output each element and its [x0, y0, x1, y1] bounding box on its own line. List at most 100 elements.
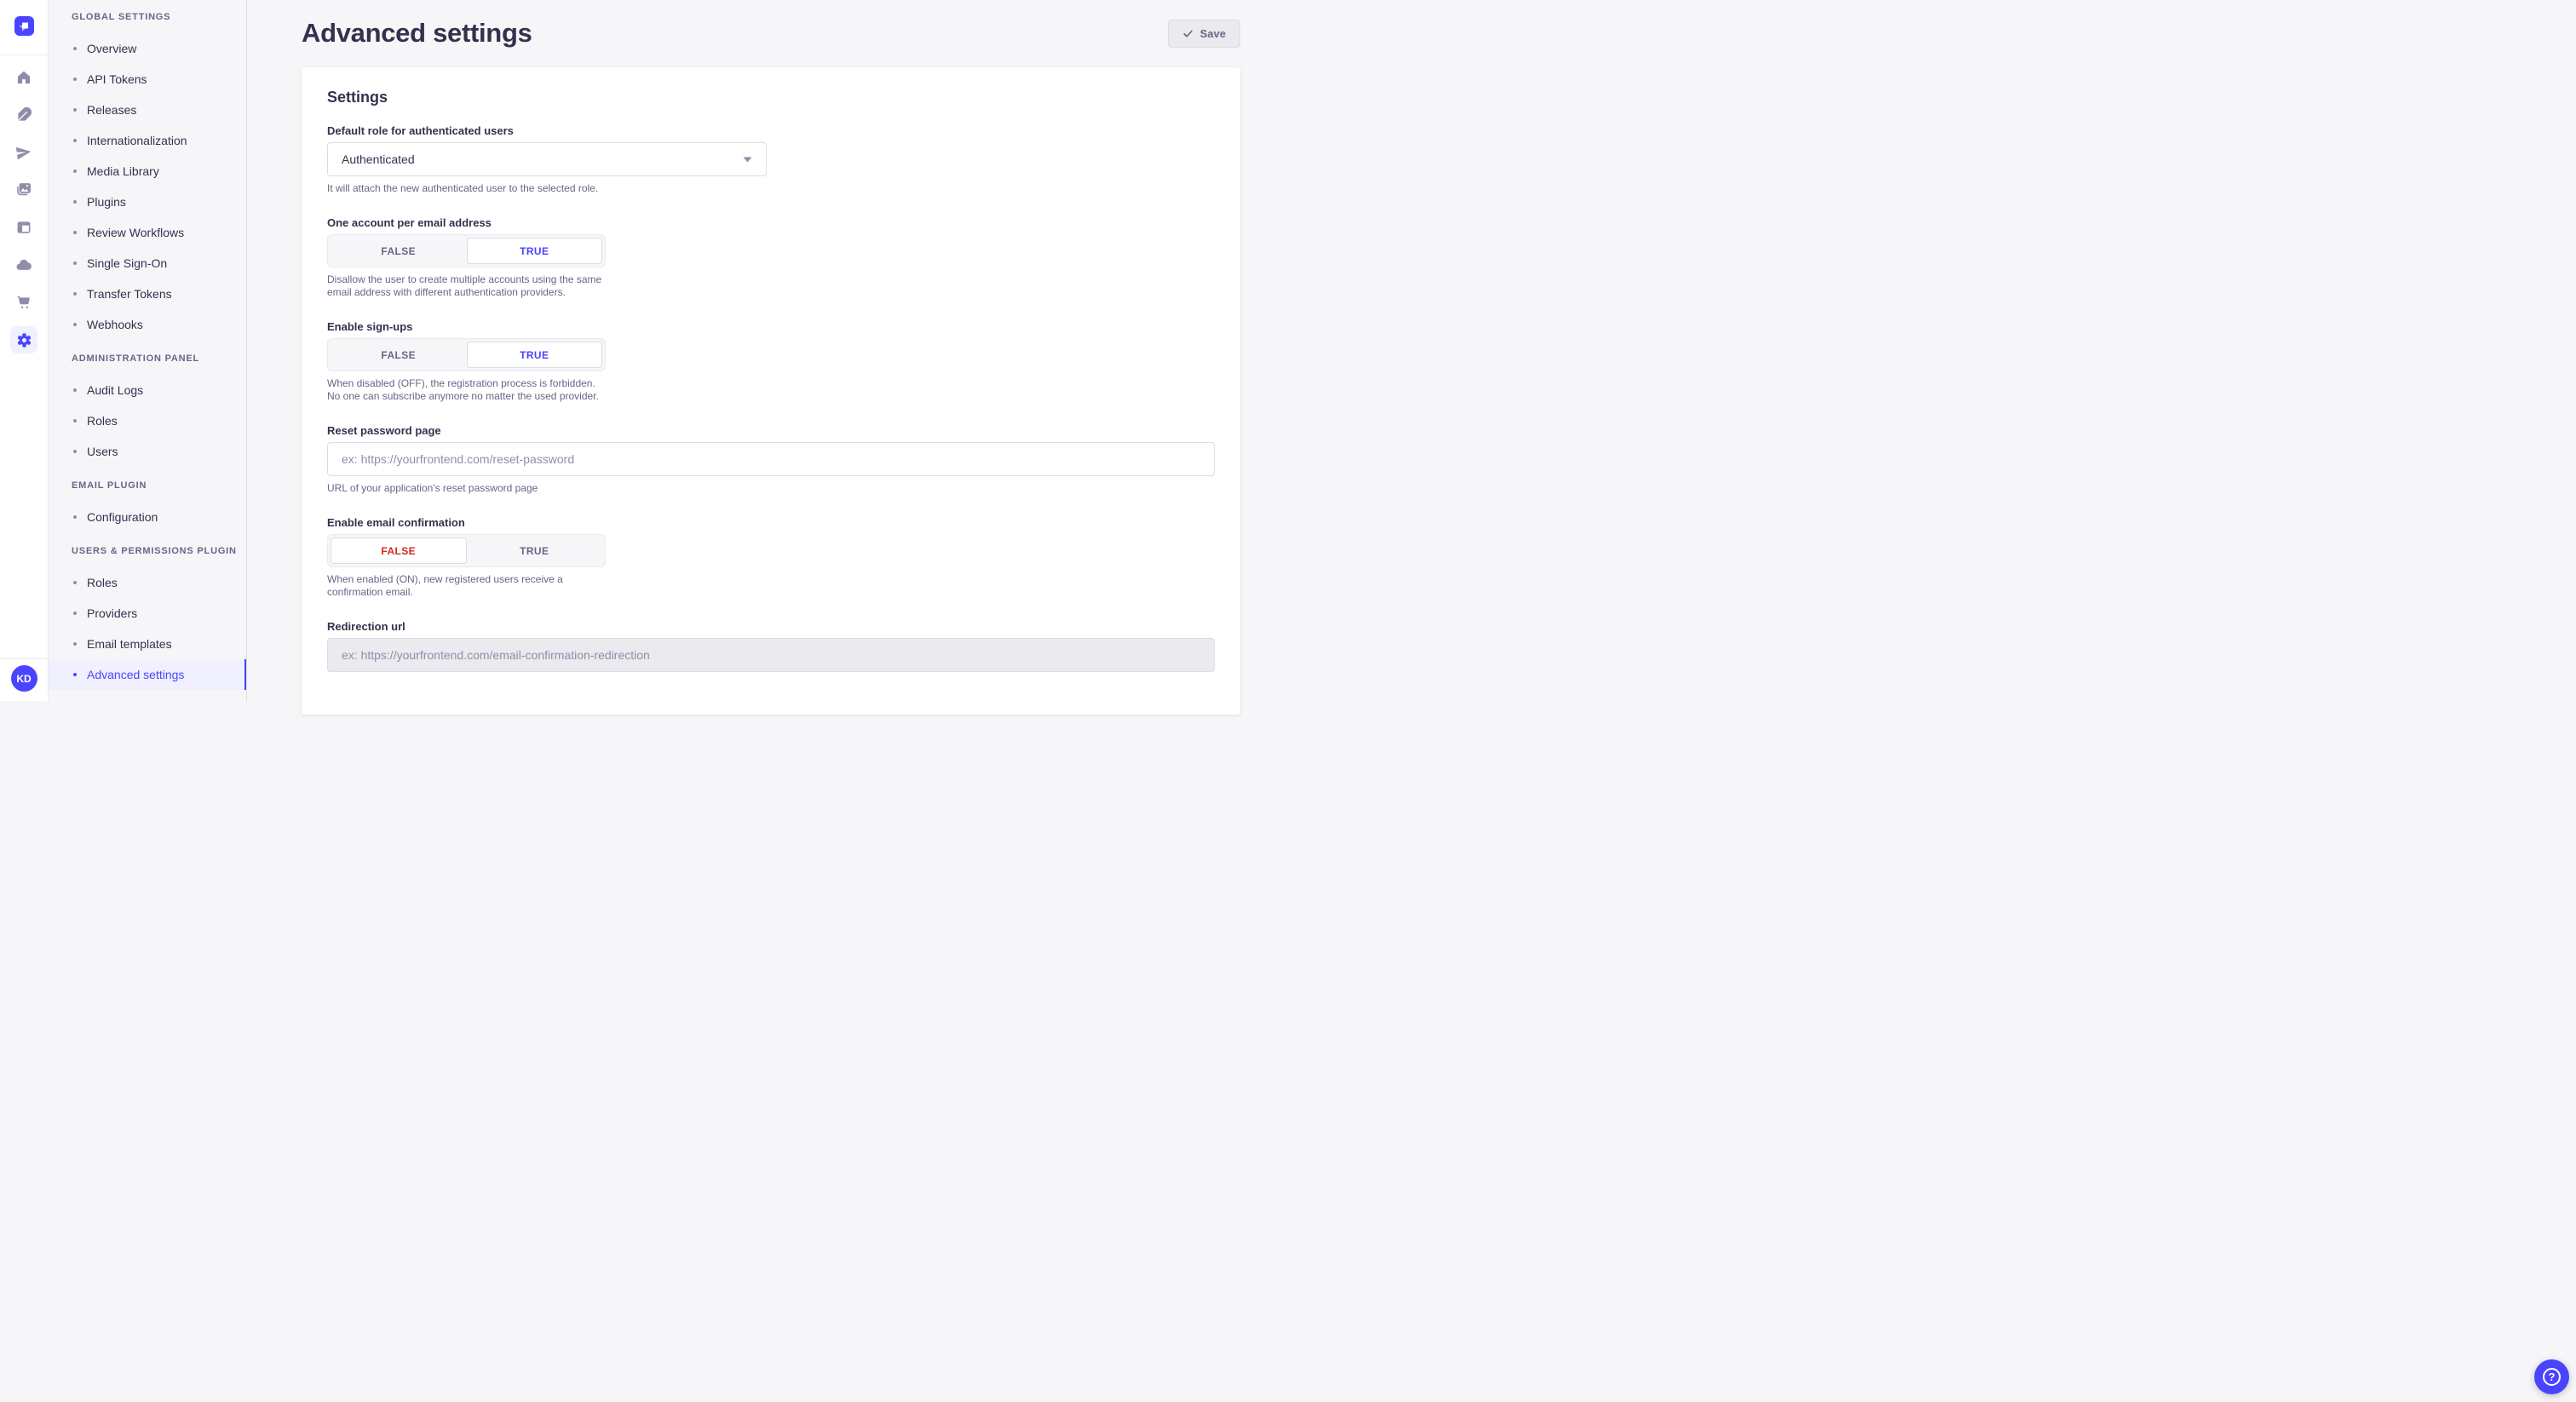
main-content: Advanced settings Save Settings Default … — [247, 0, 1288, 701]
sidebar-item-label: Roles — [87, 576, 118, 589]
field-sign-ups: Enable sign-ups FALSE TRUE When disabled… — [327, 320, 606, 403]
default-role-hint: It will attach the new authenticated use… — [327, 182, 1215, 195]
chevron-down-icon — [743, 157, 752, 163]
bullet-icon — [73, 323, 77, 326]
section-header-global-settings: GLOBAL SETTINGS — [49, 12, 246, 22]
sidebar-item-label: Plugins — [87, 195, 126, 209]
sign-ups-false-option[interactable]: FALSE — [331, 342, 467, 368]
sidebar-item-transfer-tokens[interactable]: Transfer Tokens — [49, 279, 246, 309]
strapi-logo-mark — [14, 17, 33, 36]
save-button-label: Save — [1200, 27, 1226, 40]
sign-ups-hint: When disabled (OFF), the registration pr… — [327, 377, 606, 403]
panel-heading: Settings — [327, 89, 1215, 106]
save-button[interactable]: Save — [1168, 20, 1240, 48]
bullet-icon — [73, 261, 77, 265]
sidebar-item-label: Releases — [87, 103, 136, 117]
redirection-url-input[interactable] — [327, 638, 1215, 672]
bullet-icon — [73, 47, 77, 50]
field-default-role: Default role for authenticated users Aut… — [327, 124, 1215, 195]
page-header: Advanced settings Save — [302, 0, 1240, 49]
sidebar-item-api-tokens[interactable]: API Tokens — [49, 64, 246, 95]
bullet-icon — [73, 139, 77, 142]
sidebar-item-releases[interactable]: Releases — [49, 95, 246, 125]
sidebar-item-admin-users[interactable]: Users — [49, 436, 246, 467]
bullet-icon — [73, 231, 77, 234]
sidebar-item-providers[interactable]: Providers — [49, 598, 246, 629]
section-header-email-plugin: EMAIL PLUGIN — [49, 480, 246, 491]
one-account-true-option[interactable]: TRUE — [467, 238, 603, 264]
field-email-confirmation: Enable email confirmation FALSE TRUE Whe… — [327, 516, 606, 599]
sidebar-item-advanced-settings[interactable]: Advanced settings — [49, 659, 246, 690]
sidebar-item-label: Email templates — [87, 637, 172, 651]
sidebar-item-webhooks[interactable]: Webhooks — [49, 309, 246, 340]
sidebar-item-label: Audit Logs — [87, 383, 143, 397]
redirection-url-label: Redirection url — [327, 620, 1215, 633]
sidebar-item-email-templates[interactable]: Email templates — [49, 629, 246, 659]
sidebar-item-up-roles[interactable]: Roles — [49, 567, 246, 598]
home-icon[interactable] — [10, 64, 37, 91]
bullet-icon — [73, 292, 77, 296]
sidebar-item-media-library[interactable]: Media Library — [49, 156, 246, 187]
sidebar-item-review-workflows[interactable]: Review Workflows — [49, 217, 246, 248]
bullet-icon — [73, 515, 77, 519]
reset-password-label: Reset password page — [327, 424, 1215, 437]
bullet-icon — [73, 200, 77, 204]
one-account-label: One account per email address — [327, 216, 606, 229]
sidebar-item-label: Webhooks — [87, 318, 143, 331]
email-confirmation-true-option[interactable]: TRUE — [467, 537, 603, 564]
content-type-builder-icon[interactable] — [10, 214, 37, 241]
page-title: Advanced settings — [302, 18, 532, 49]
one-account-false-option[interactable]: FALSE — [331, 238, 467, 264]
sidebar-item-internationalization[interactable]: Internationalization — [49, 125, 246, 156]
sidebar-item-audit-logs[interactable]: Audit Logs — [49, 375, 246, 405]
sidebar-item-label: Roles — [87, 414, 118, 428]
content-manager-icon[interactable] — [10, 101, 37, 129]
bullet-icon — [73, 419, 77, 422]
email-confirmation-label: Enable email confirmation — [327, 516, 606, 529]
rail-nav — [10, 64, 37, 353]
sidebar-item-single-sign-on[interactable]: Single Sign-On — [49, 248, 246, 279]
section-header-administration-panel: ADMINISTRATION PANEL — [49, 353, 246, 364]
sidebar-item-plugins[interactable]: Plugins — [49, 187, 246, 217]
reset-password-hint: URL of your application's reset password… — [327, 482, 1215, 495]
question-mark-icon: ? — [2543, 1368, 2561, 1386]
cloud-icon[interactable] — [10, 251, 37, 279]
reset-password-input[interactable] — [327, 442, 1215, 476]
sidebar-item-admin-roles[interactable]: Roles — [49, 405, 246, 436]
settings-icon[interactable] — [10, 326, 37, 353]
media-library-icon[interactable] — [10, 176, 37, 204]
sidebar-item-overview[interactable]: Overview — [49, 33, 246, 64]
sidebar-item-label: Providers — [87, 606, 137, 620]
sidebar-item-label: Internationalization — [87, 134, 187, 147]
settings-sidebar: GLOBAL SETTINGS Overview API Tokens Rele… — [49, 0, 247, 701]
icon-rail: KD — [0, 0, 49, 701]
section-header-users-permissions-plugin: USERS & PERMISSIONS PLUGIN — [49, 546, 246, 556]
field-reset-password: Reset password page URL of your applicat… — [327, 424, 1215, 495]
sidebar-item-label: Configuration — [87, 510, 158, 524]
sidebar-item-label: Advanced settings — [87, 668, 184, 681]
email-confirmation-false-option[interactable]: FALSE — [331, 537, 467, 564]
field-one-account: One account per email address FALSE TRUE… — [327, 216, 606, 299]
bullet-icon — [73, 612, 77, 615]
help-button[interactable]: ? — [2534, 1359, 2569, 1394]
sidebar-item-label: Users — [87, 445, 118, 458]
bullet-icon — [73, 673, 77, 676]
sidebar-item-email-configuration[interactable]: Configuration — [49, 502, 246, 532]
releases-icon[interactable] — [10, 139, 37, 166]
sidebar-item-label: Review Workflows — [87, 226, 184, 239]
sign-ups-toggle: FALSE TRUE — [327, 338, 606, 371]
check-icon — [1182, 28, 1193, 39]
user-avatar[interactable]: KD — [11, 665, 37, 692]
sidebar-item-label: Media Library — [87, 164, 159, 178]
default-role-value: Authenticated — [342, 152, 415, 166]
bullet-icon — [73, 78, 77, 81]
strapi-logo[interactable] — [14, 16, 34, 36]
bullet-icon — [73, 108, 77, 112]
bullet-icon — [73, 170, 77, 173]
sign-ups-true-option[interactable]: TRUE — [467, 342, 603, 368]
email-confirmation-toggle: FALSE TRUE — [327, 534, 606, 567]
marketplace-icon[interactable] — [10, 289, 37, 316]
default-role-select[interactable]: Authenticated — [327, 142, 767, 176]
sidebar-item-label: Single Sign-On — [87, 256, 167, 270]
field-redirection-url: Redirection url — [327, 620, 1215, 672]
